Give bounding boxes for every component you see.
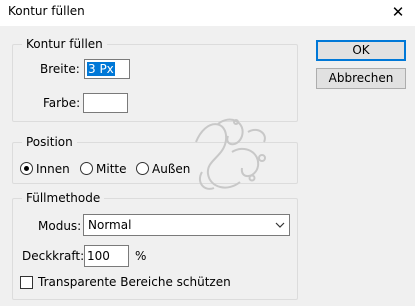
position-group-legend: Position (22, 134, 77, 150)
decorative-swirl-watermark (195, 118, 266, 190)
ok-button[interactable]: OK (316, 40, 406, 61)
chevron-down-icon (275, 222, 285, 228)
window-title: Kontur füllen (8, 4, 85, 18)
opacity-label: Deckkraft: (22, 249, 85, 263)
cancel-button[interactable]: Abbrechen (316, 68, 406, 89)
mode-label: Modus: (38, 219, 82, 233)
width-label: Breite: (40, 62, 80, 76)
radio-center-label[interactable]: Mitte (96, 161, 126, 177)
radio-outside-label[interactable]: Außen (152, 161, 190, 177)
color-label: Farbe: (43, 96, 81, 110)
stroke-group-legend: Kontur füllen (22, 36, 107, 52)
radio-center[interactable] (80, 162, 93, 175)
mode-select[interactable]: Normal (83, 214, 290, 236)
width-input-value: 3 Px (87, 62, 115, 76)
preserve-transparency-label[interactable]: Transparente Bereiche schützen (38, 274, 231, 290)
width-input[interactable]: 3 Px (84, 59, 130, 79)
radio-outside[interactable] (136, 162, 149, 175)
title-bar: Kontur füllen ✕ (0, 0, 415, 26)
close-icon[interactable]: ✕ (387, 1, 409, 23)
opacity-input-value: 100 (87, 249, 110, 263)
radio-inside[interactable] (20, 162, 33, 175)
preserve-transparency-checkbox[interactable] (20, 276, 33, 289)
color-swatch[interactable] (83, 93, 128, 113)
opacity-input[interactable]: 100 (84, 245, 129, 267)
radio-selected-dot (24, 166, 29, 171)
blend-group-legend: Füllmethode (22, 190, 105, 206)
opacity-unit: % (135, 249, 147, 263)
mode-select-value: Normal (88, 218, 132, 232)
radio-inside-label[interactable]: Innen (36, 161, 70, 177)
